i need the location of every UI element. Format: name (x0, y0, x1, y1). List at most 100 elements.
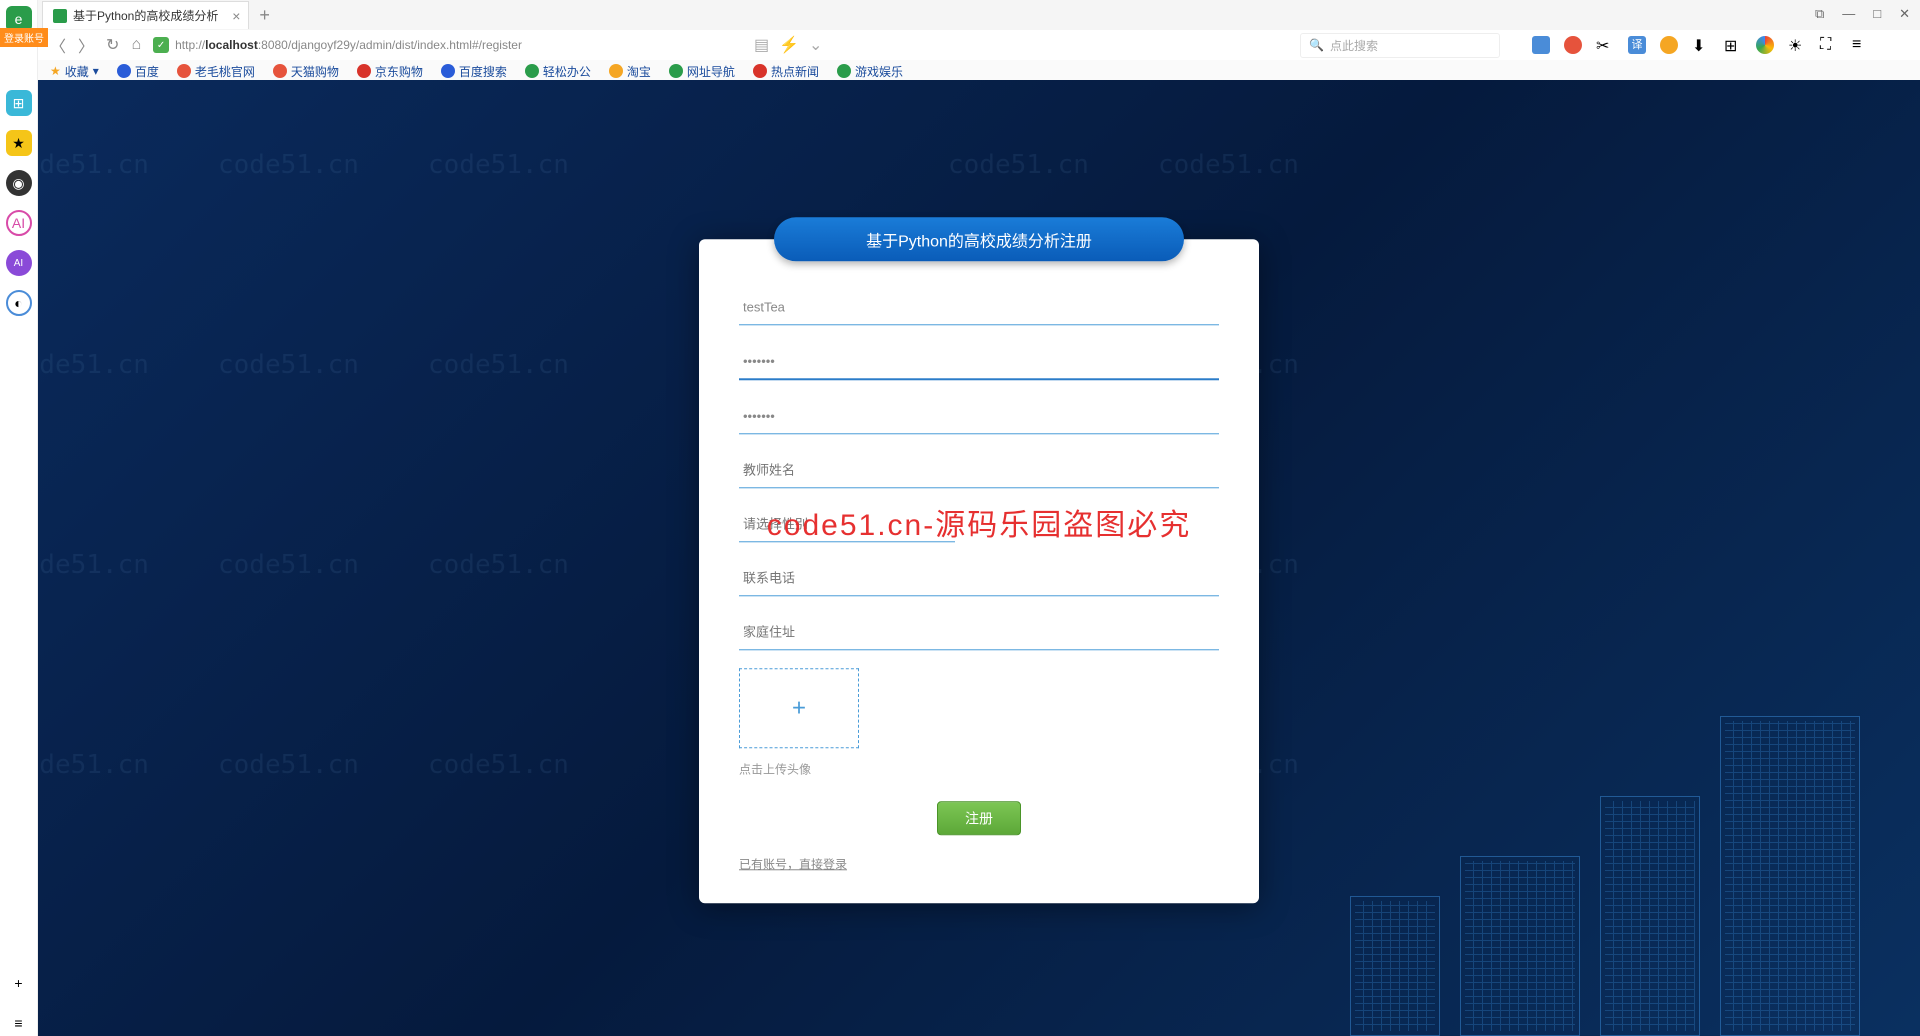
sidebar-star-icon[interactable]: ★ (6, 130, 32, 156)
toolbar-sun-icon[interactable]: ☀ (1788, 36, 1806, 54)
toolbar-shield-icon[interactable] (1660, 36, 1678, 54)
bookmark-item[interactable]: 老毛桃官网 (177, 63, 255, 80)
bookmark-icon (525, 64, 539, 78)
toolbar-scissors-icon[interactable]: ✂ (1596, 36, 1614, 54)
window-close-icon[interactable]: ✕ (1899, 6, 1910, 22)
flash-icon[interactable]: ⚡ (779, 35, 799, 55)
sidebar-ai2-icon[interactable]: AI (6, 250, 32, 276)
watermark: code51.cn (428, 550, 569, 580)
bookmark-icon (753, 64, 767, 78)
sidebar-add-icon[interactable]: + (6, 970, 32, 996)
page-content: code51.cn code51.cn code51.cn code51.cn … (38, 80, 1920, 1036)
url-box[interactable]: ✓ http://localhost:8080/djangoyf29y/admi… (153, 37, 522, 53)
register-card: 基于Python的高校成绩分析注册 + 点击上传头像 注册 已有账号，直接登录 (699, 239, 1259, 903)
search-icon: 🔍 (1309, 38, 1324, 52)
browser-left-sidebar: e ⊞ ★ ◉ AI AI ◐ + ≡ (0, 0, 38, 1036)
toolbar-expand-icon[interactable]: ⛶ (1820, 36, 1838, 54)
watermark: code51.cn (38, 550, 149, 580)
window-maximize-icon[interactable]: □ (1873, 6, 1881, 22)
address-input[interactable] (739, 614, 1219, 650)
bookmark-item[interactable]: 热点新闻 (753, 63, 819, 80)
nav-forward-icon[interactable]: 〉 (78, 33, 94, 57)
url-text: http://localhost:8080/djangoyf29y/admin/… (175, 38, 522, 52)
bookmark-item[interactable]: 百度 (117, 63, 159, 80)
watermark: code51.cn (218, 350, 359, 380)
bookmark-favorites[interactable]: ★收藏 ▾ (50, 63, 99, 80)
address-bar: 〈 〉 ↻ ⌂ ✓ http://localhost:8080/djangoyf… (0, 30, 1920, 60)
toolbar-chrome-icon[interactable] (1756, 36, 1774, 54)
teacher-name-input[interactable] (739, 452, 1219, 488)
register-button[interactable]: 注册 (937, 801, 1021, 835)
watermark: code51.cn (948, 150, 1089, 180)
bookmark-icon (117, 64, 131, 78)
sidebar-ai-icon[interactable]: AI (6, 210, 32, 236)
bookmark-icon (177, 64, 191, 78)
bookmark-icon (357, 64, 371, 78)
bookmark-item[interactable]: 百度搜索 (441, 63, 507, 80)
watermark: code51.cn (428, 750, 569, 780)
bookmark-item[interactable]: 轻松办公 (525, 63, 591, 80)
card-header: 基于Python的高校成绩分析注册 (774, 217, 1184, 261)
bookmark-item[interactable]: 京东购物 (357, 63, 423, 80)
watermark: code51.cn (1158, 150, 1299, 180)
watermark: code51.cn (218, 550, 359, 580)
window-minimize-icon[interactable]: — (1842, 6, 1855, 22)
tab-title: 基于Python的高校成绩分析 (73, 7, 218, 24)
watermark: code51.cn (38, 750, 149, 780)
plus-icon: + (792, 694, 806, 722)
watermark: code51.cn (428, 150, 569, 180)
toolbar-icons: ✂ 译 ⬇ ⊞ ☀ ⛶ ≡ (1532, 36, 1870, 54)
reader-icon[interactable]: ▤ (754, 35, 769, 55)
password-input[interactable] (739, 343, 1219, 380)
avatar-upload[interactable]: + (739, 668, 859, 748)
nav-home-icon[interactable]: ⌂ (131, 36, 141, 54)
tab-bar: 基于Python的高校成绩分析 × + (0, 0, 1920, 30)
window-tab-icon[interactable]: ⧉ (1815, 6, 1824, 22)
browser-tab[interactable]: 基于Python的高校成绩分析 × (42, 1, 249, 29)
bookmark-item[interactable]: 网址导航 (669, 63, 735, 80)
nav-reload-icon[interactable]: ↻ (106, 35, 119, 55)
nav-back-icon[interactable]: 〈 (50, 33, 66, 57)
login-link[interactable]: 已有账号，直接登录 (739, 857, 847, 871)
toolbar-weibo-icon[interactable] (1564, 36, 1582, 54)
toolbar-menu-icon[interactable]: ≡ (1852, 36, 1870, 54)
bookmark-item[interactable]: 游戏娱乐 (837, 63, 903, 80)
sidebar-circle-icon[interactable]: ◐ (6, 290, 32, 316)
bookmark-icon (441, 64, 455, 78)
toolbar-mail-icon[interactable] (1532, 36, 1550, 54)
background-buildings (1200, 636, 1900, 1036)
bookmark-item[interactable]: 淘宝 (609, 63, 651, 80)
toolbar-grid-icon[interactable]: ⊞ (1724, 36, 1742, 54)
upload-label: 点击上传头像 (739, 760, 1219, 777)
watermark: code51.cn (218, 750, 359, 780)
bookmark-icon (609, 64, 623, 78)
sidebar-robot-icon[interactable]: ◉ (6, 170, 32, 196)
tab-favicon-icon (53, 9, 67, 23)
sidebar-app-icon[interactable]: ⊞ (6, 90, 32, 116)
dropdown-icon[interactable]: ⌄ (809, 35, 822, 55)
username-input[interactable] (739, 289, 1219, 325)
bookmark-icon (273, 64, 287, 78)
toolbar-download-icon[interactable]: ⬇ (1692, 36, 1710, 54)
toolbar-translate-icon[interactable]: 译 (1628, 36, 1646, 54)
bookmark-icon (669, 64, 683, 78)
tab-close-icon[interactable]: × (232, 8, 240, 24)
new-tab-button[interactable]: + (249, 1, 280, 30)
star-icon: ★ (50, 64, 61, 78)
watermark: code51.cn (428, 350, 569, 380)
watermark: code51.cn (218, 150, 359, 180)
login-badge[interactable]: 登录账号 (0, 28, 48, 47)
bookmark-item[interactable]: 天猫购物 (273, 63, 339, 80)
sidebar-menu-icon[interactable]: ≡ (6, 1010, 32, 1036)
search-box[interactable]: 🔍 点此搜索 (1300, 33, 1500, 58)
shield-icon: ✓ (153, 37, 169, 53)
watermark: code51.cn (38, 350, 149, 380)
watermark-overlay: code51.cn-源码乐园盗图必究 (767, 500, 1191, 544)
browser-chrome: ⧉ — □ ✕ 基于Python的高校成绩分析 × + 〈 〉 ↻ ⌂ ✓ ht… (0, 0, 1920, 80)
phone-input[interactable] (739, 560, 1219, 596)
bookmark-icon (837, 64, 851, 78)
search-placeholder: 点此搜索 (1330, 37, 1378, 54)
window-controls: ⧉ — □ ✕ (1815, 6, 1910, 22)
confirm-password-input[interactable] (739, 398, 1219, 434)
watermark: code51.cn (38, 150, 149, 180)
